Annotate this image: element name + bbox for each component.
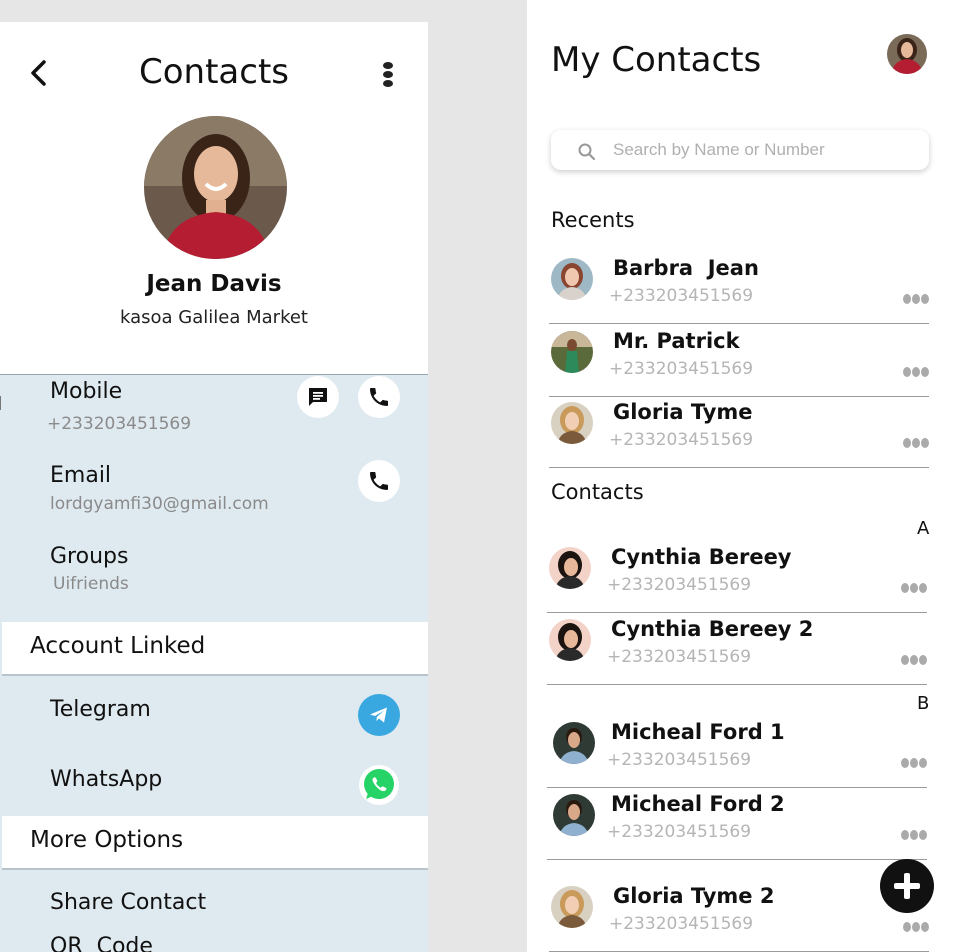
groups-label: Groups — [50, 544, 129, 569]
telegram-icon — [370, 707, 387, 723]
call-email-button[interactable] — [358, 460, 400, 502]
more-horizontal-icon[interactable] — [901, 581, 927, 593]
contacts-heading: Contacts — [551, 480, 644, 504]
page-title: Contacts — [139, 52, 289, 92]
add-contact-button[interactable] — [880, 859, 934, 913]
contact-phone: +233203451569 — [609, 430, 754, 450]
list-item[interactable]: Micheal Ford 1 +233203451569 — [547, 716, 927, 788]
message-icon — [309, 388, 327, 406]
avatar — [553, 722, 595, 764]
contact-name: Gloria Tyme — [613, 400, 753, 424]
more-horizontal-icon[interactable] — [901, 828, 927, 840]
contact-phone: +233203451569 — [609, 914, 754, 934]
call-mobile-button[interactable] — [358, 376, 400, 418]
contact-header: Contacts Jean Davis kasoa Galilea Market — [0, 22, 428, 375]
more-horizontal-icon[interactable] — [903, 365, 929, 377]
contact-phone: +233203451569 — [607, 750, 752, 770]
user-avatar[interactable] — [887, 34, 927, 74]
contact-name: Cynthia Bereey 2 — [611, 617, 814, 641]
account-linked-section: Account Linked — [2, 622, 428, 676]
contact-name: Mr. Patrick — [613, 329, 740, 353]
contact-phone: +233203451569 — [607, 647, 752, 667]
mobile-label: Mobile — [50, 379, 123, 404]
email-label: Email — [50, 463, 112, 488]
avatar — [553, 794, 595, 836]
avatar — [551, 886, 593, 928]
qr-code-option[interactable]: QR Code — [50, 934, 153, 952]
avatar — [549, 619, 591, 661]
more-horizontal-icon[interactable] — [903, 920, 929, 932]
groups-value[interactable]: Uifriends — [53, 574, 129, 594]
contact-name: Jean Davis — [146, 271, 282, 297]
index-letter-b: B — [917, 693, 930, 714]
whatsapp-label[interactable]: WhatsApp — [50, 767, 162, 792]
more-horizontal-icon[interactable] — [901, 653, 927, 665]
add-icon — [894, 873, 920, 899]
page-title: My Contacts — [551, 40, 762, 80]
email-value[interactable]: lordgyamfi30@gmail.com — [50, 494, 269, 514]
list-item[interactable]: Gloria Tyme 2 +233203451569 — [549, 880, 929, 952]
more-horizontal-icon[interactable] — [901, 756, 927, 768]
more-options-section: More Options — [2, 816, 428, 870]
avatar — [551, 331, 593, 373]
section-title: More Options — [30, 827, 184, 853]
share-contact-option[interactable]: Share Contact — [50, 890, 206, 915]
mobile-value[interactable]: +233203451569 — [47, 414, 191, 434]
avatar — [549, 547, 591, 589]
list-item[interactable]: Cynthia Bereey 2 +233203451569 — [547, 613, 927, 685]
avatar — [551, 402, 593, 444]
more-horizontal-icon[interactable] — [903, 436, 929, 448]
list-item[interactable]: Micheal Ford 2 +233203451569 — [547, 788, 927, 860]
more-horizontal-icon[interactable] — [903, 292, 929, 304]
more-vertical-icon[interactable] — [380, 60, 396, 90]
contact-phone: +233203451569 — [609, 359, 754, 379]
contact-detail-panel: Contacts Jean Davis kasoa Galilea Market… — [0, 22, 428, 952]
whatsapp-button[interactable] — [358, 764, 400, 806]
contact-name: Micheal Ford 1 — [611, 720, 785, 744]
search-input[interactable] — [613, 136, 913, 164]
divider-mark — [0, 396, 1, 410]
search-bar[interactable] — [551, 130, 929, 170]
avatar — [551, 258, 593, 300]
contact-phone: +233203451569 — [607, 575, 752, 595]
phone-icon — [370, 388, 388, 406]
message-button[interactable] — [297, 376, 339, 418]
contact-phone: +233203451569 — [609, 286, 754, 306]
telegram-button[interactable] — [358, 694, 400, 736]
profile-avatar — [144, 116, 287, 259]
contact-name: Micheal Ford 2 — [611, 792, 785, 816]
list-item[interactable]: Gloria Tyme +233203451569 — [549, 396, 929, 468]
contact-address: kasoa Galilea Market — [120, 307, 308, 328]
contact-name: Cynthia Bereey — [611, 545, 792, 569]
telegram-label[interactable]: Telegram — [50, 697, 151, 722]
recents-heading: Recents — [551, 208, 635, 232]
list-item[interactable]: Barbra Jean +233203451569 — [549, 252, 929, 324]
search-icon — [578, 143, 596, 161]
list-item[interactable]: Mr. Patrick +233203451569 — [549, 325, 929, 397]
contact-phone: +233203451569 — [607, 822, 752, 842]
list-item[interactable]: Cynthia Bereey +233203451569 — [547, 541, 927, 613]
phone-icon — [370, 472, 388, 490]
contact-name: Gloria Tyme 2 — [613, 884, 775, 908]
section-title: Account Linked — [30, 633, 206, 659]
contact-name: Barbra Jean — [613, 256, 759, 280]
index-letter-a: A — [917, 518, 930, 539]
whatsapp-icon — [359, 765, 399, 805]
contacts-list-panel: My Contacts Recents Barbra Jean +2332034… — [527, 0, 955, 952]
